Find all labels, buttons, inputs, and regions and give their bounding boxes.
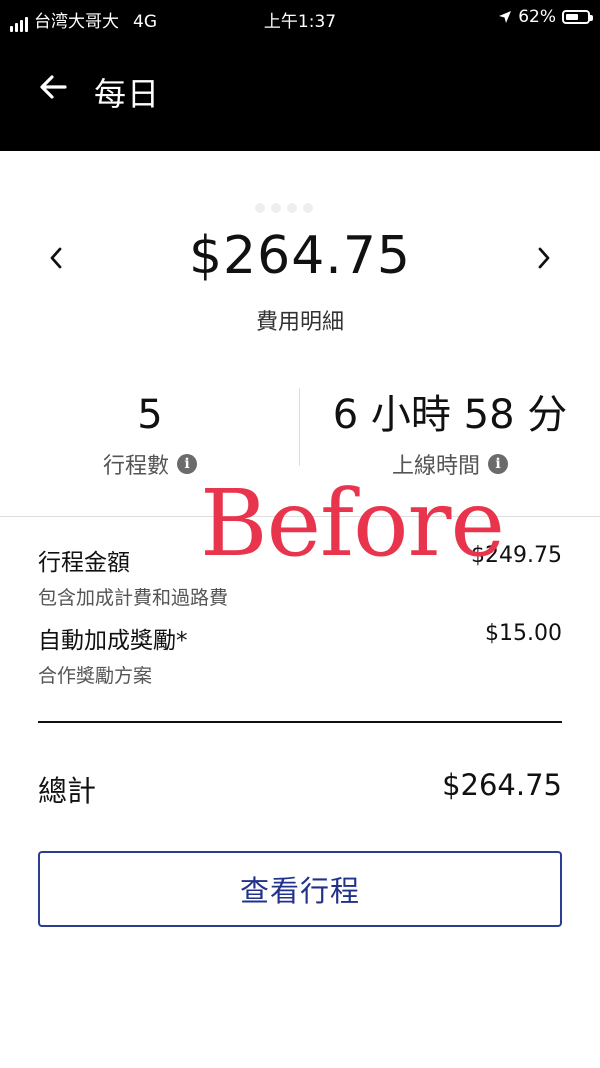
total-value: $264.75	[442, 768, 562, 802]
status-bar: 台湾大哥大 4G 上午1:37 62%	[0, 0, 600, 34]
fare-sub-label: 包含加成計費和過路費	[38, 587, 229, 609]
total-divider	[38, 721, 562, 723]
total-earnings-amount: $264.75	[188, 226, 412, 286]
battery-icon	[562, 10, 593, 24]
online-time-value: 6 小時 58 分	[332, 392, 568, 438]
battery-percent: 62%	[518, 7, 556, 27]
page-title: 每日	[94, 75, 161, 113]
breakdown-link[interactable]: 費用明細	[0, 304, 600, 336]
trips-count: 5	[137, 392, 163, 438]
back-arrow-icon[interactable]	[38, 72, 68, 102]
fare-label: 行程金額	[38, 550, 130, 576]
total-label: 總計	[38, 774, 97, 808]
page-indicator	[255, 198, 330, 213]
top-bar: 台湾大哥大 4G 上午1:37 62% 每日	[0, 0, 600, 151]
view-trips-button[interactable]: 查看行程	[38, 851, 562, 927]
online-time-stat: 6 小時 58 分 上線時間 i	[300, 390, 600, 480]
trips-stat: 5 行程數 i	[50, 390, 250, 480]
nav-bar: 每日	[0, 66, 600, 116]
battery-info: 62%	[498, 7, 593, 27]
promotion-label: 自動加成獎勵*	[38, 628, 188, 654]
next-day-chevron-icon[interactable]	[532, 244, 556, 272]
promotion-sub-label: 合作獎勵方案	[38, 665, 153, 687]
trips-label: 行程數	[102, 454, 169, 479]
promotion-value: $15.00	[485, 621, 562, 646]
battery-fill	[566, 14, 579, 20]
location-arrow-icon	[499, 11, 512, 23]
info-icon[interactable]: i	[177, 454, 197, 474]
before-watermark: Before	[200, 470, 505, 577]
